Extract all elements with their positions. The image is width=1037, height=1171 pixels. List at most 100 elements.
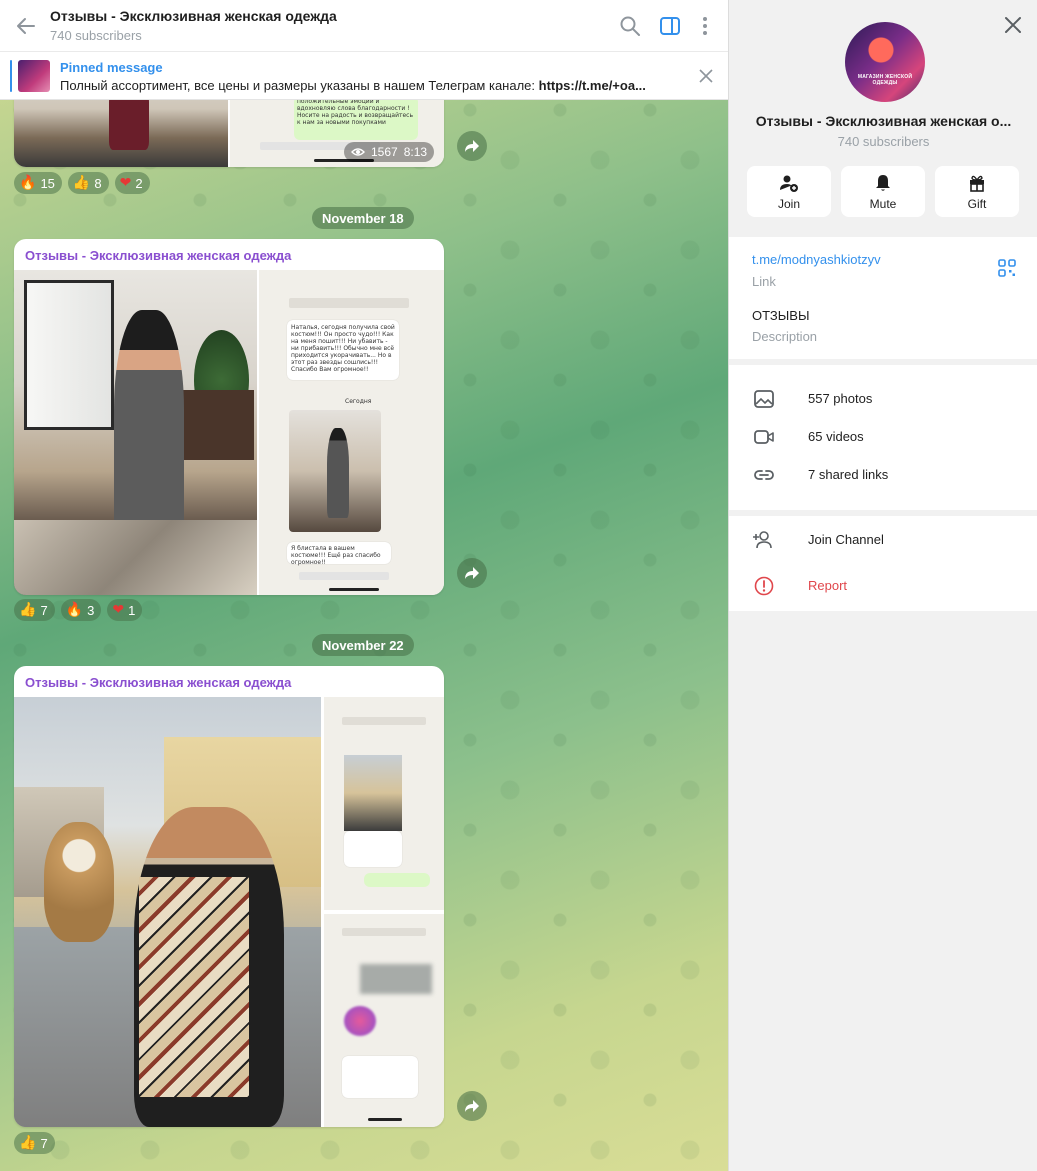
reaction-count: 15 bbox=[40, 175, 55, 191]
forward-icon bbox=[465, 140, 479, 152]
reaction-heart[interactable]: ❤ 2 bbox=[114, 172, 150, 194]
mute-button[interactable]: Mute bbox=[841, 166, 925, 217]
videos-label: 65 videos bbox=[808, 429, 864, 444]
close-icon[interactable] bbox=[1004, 16, 1022, 34]
reaction-fire[interactable]: 🔥 3 bbox=[60, 599, 102, 621]
channel-description: ОТЗЫВЫ bbox=[752, 308, 810, 323]
avatar-caption: МАГАЗИН ЖЕНСКОЙ ОДЕЖДЫ bbox=[857, 74, 913, 86]
reaction-count: 7 bbox=[40, 602, 48, 618]
message-author[interactable]: Отзывы - Эксклюзивная женская одежда bbox=[25, 248, 291, 263]
reaction-count: 8 bbox=[94, 175, 102, 191]
reactions-nov18: 👍 7 🔥 3 ❤ 1 bbox=[14, 599, 143, 621]
screenshot-home-bar bbox=[329, 588, 379, 591]
chat-header: Отзывы - Эксклюзивная женская одежда 740… bbox=[0, 0, 728, 52]
screenshot-date: Сегодня bbox=[345, 398, 372, 405]
photo-suit[interactable] bbox=[14, 270, 257, 595]
pinned-text: Полный ассортимент, все цены и размеры у… bbox=[60, 78, 670, 93]
pinned-message-bar[interactable]: Pinned message Полный ассортимент, все ц… bbox=[0, 52, 728, 100]
channel-info-panel: МАГАЗИН ЖЕНСКОЙ ОДЕЖДЫ Отзывы - Эксклюзи… bbox=[728, 0, 1037, 1171]
pinned-link[interactable]: https://t.me/+oa... bbox=[539, 78, 646, 93]
shared-media-card: 557 photos 65 videos 7 shared links bbox=[729, 365, 1037, 510]
owl bbox=[44, 822, 114, 942]
gift-label: Gift bbox=[967, 196, 987, 211]
channel-title[interactable]: Отзывы - Эксклюзивная женская одежда bbox=[50, 8, 337, 24]
join-channel-label: Join Channel bbox=[808, 532, 884, 547]
channel-info-card: t.me/modnyashkiotzyv Link ОТЗЫВЫ Descrip… bbox=[729, 237, 1037, 359]
link-icon bbox=[754, 470, 774, 480]
action-buttons: Join Mute Gift bbox=[747, 166, 1019, 217]
channel-subscribers: 740 subscribers bbox=[50, 28, 142, 43]
message-bubble-nov18[interactable]: Отзывы - Эксклюзивная женская одежда Нат… bbox=[14, 239, 444, 595]
videos-row[interactable]: 65 videos bbox=[729, 418, 1037, 456]
back-arrow-icon[interactable] bbox=[14, 14, 38, 38]
photos-row[interactable]: 557 photos bbox=[729, 380, 1037, 418]
screenshot-text: Я блистала в вашем костюме!!! Ещё раз сп… bbox=[291, 545, 381, 566]
more-menu-icon[interactable] bbox=[693, 14, 717, 38]
photos-label: 557 photos bbox=[808, 391, 873, 406]
reaction-heart[interactable]: ❤ 1 bbox=[107, 599, 143, 621]
join-channel-row[interactable]: Join Channel bbox=[729, 521, 1037, 559]
person-figure-small bbox=[327, 428, 349, 518]
forward-icon bbox=[465, 567, 479, 579]
gift-button[interactable]: Gift bbox=[935, 166, 1019, 217]
photo-screenshot-nov22-a[interactable] bbox=[324, 697, 444, 910]
video-icon bbox=[754, 430, 774, 444]
photo-owl[interactable] bbox=[14, 697, 321, 1127]
thumbs-up-icon: 👍 bbox=[19, 1135, 37, 1151]
channel-description-label: Description bbox=[752, 329, 818, 344]
reaction-count: 2 bbox=[135, 175, 143, 191]
qr-code-icon[interactable] bbox=[998, 259, 1016, 277]
chat-area: положительные эмоции и вдохновляю слова … bbox=[0, 0, 728, 1171]
search-icon[interactable] bbox=[618, 14, 642, 38]
sidebar-toggle-icon[interactable] bbox=[658, 14, 682, 38]
window bbox=[24, 280, 114, 430]
report-label: Report bbox=[808, 578, 848, 593]
message-author[interactable]: Отзывы - Эксклюзивная женская одежда bbox=[25, 675, 291, 690]
photo-screenshot-nov22-b[interactable] bbox=[324, 914, 444, 1127]
reaction-thumbs-up[interactable]: 👍 7 bbox=[14, 599, 55, 621]
mute-label: Mute bbox=[869, 196, 897, 211]
forward-icon bbox=[465, 1100, 479, 1112]
reaction-fire[interactable]: 🔥 15 bbox=[14, 172, 62, 194]
pinned-body: Полный ассортимент, все цены и размеры у… bbox=[60, 78, 539, 93]
channel-link-label: Link bbox=[752, 274, 776, 289]
channel-subscribers: 740 subscribers bbox=[837, 134, 930, 149]
pinned-thumbnail bbox=[18, 60, 50, 92]
fire-icon: 🔥 bbox=[19, 175, 37, 191]
photo-screenshot-nov18[interactable]: Наталья, сегодня получила свой костюм!!!… bbox=[259, 270, 444, 595]
reaction-thumbs-up[interactable]: 👍 7 bbox=[14, 1132, 55, 1154]
rug bbox=[14, 520, 257, 595]
links-label: 7 shared links bbox=[808, 467, 889, 482]
share-button[interactable] bbox=[457, 1091, 487, 1121]
close-pinned-icon[interactable] bbox=[698, 68, 714, 84]
reaction-count: 1 bbox=[128, 602, 136, 618]
pinned-title: Pinned message bbox=[60, 60, 163, 75]
screenshot-header bbox=[342, 717, 426, 725]
reactions-nov22: 👍 7 bbox=[14, 1132, 55, 1154]
join-button[interactable]: Join bbox=[747, 166, 831, 217]
blurred-receipt bbox=[360, 964, 432, 994]
heart-icon: ❤ bbox=[112, 602, 125, 618]
bell-icon bbox=[876, 174, 890, 191]
thumbs-up-icon: 👍 bbox=[72, 175, 91, 191]
avatar[interactable]: МАГАЗИН ЖЕНСКОЙ ОДЕЖДЫ bbox=[845, 22, 925, 102]
message-bubble-nov22[interactable]: Отзывы - Эксклюзивная женская одежда bbox=[14, 666, 444, 1127]
share-button[interactable] bbox=[457, 558, 487, 588]
report-row[interactable]: Report bbox=[729, 567, 1037, 605]
channel-link[interactable]: t.me/modnyashkiotzyv bbox=[752, 252, 881, 267]
reaction-thumbs-up[interactable]: 👍 8 bbox=[67, 172, 109, 194]
eye-icon bbox=[351, 148, 365, 156]
pinned-indicator bbox=[10, 60, 12, 92]
date-separator: November 18 bbox=[312, 207, 414, 229]
scarf bbox=[139, 877, 249, 1097]
screenshot-message bbox=[342, 1056, 418, 1098]
links-row[interactable]: 7 shared links bbox=[729, 456, 1037, 494]
share-button[interactable] bbox=[457, 131, 487, 161]
screenshot-header bbox=[289, 298, 409, 308]
screenshot-text: Наталья, сегодня получила свой костюм!!!… bbox=[291, 324, 395, 373]
screenshot-text: положительные эмоции и вдохновляю слова … bbox=[297, 98, 413, 126]
screenshot-message bbox=[344, 831, 402, 867]
blurred-heart bbox=[344, 1006, 376, 1036]
screenshot-header bbox=[342, 928, 426, 936]
screenshot-photo bbox=[289, 410, 381, 532]
